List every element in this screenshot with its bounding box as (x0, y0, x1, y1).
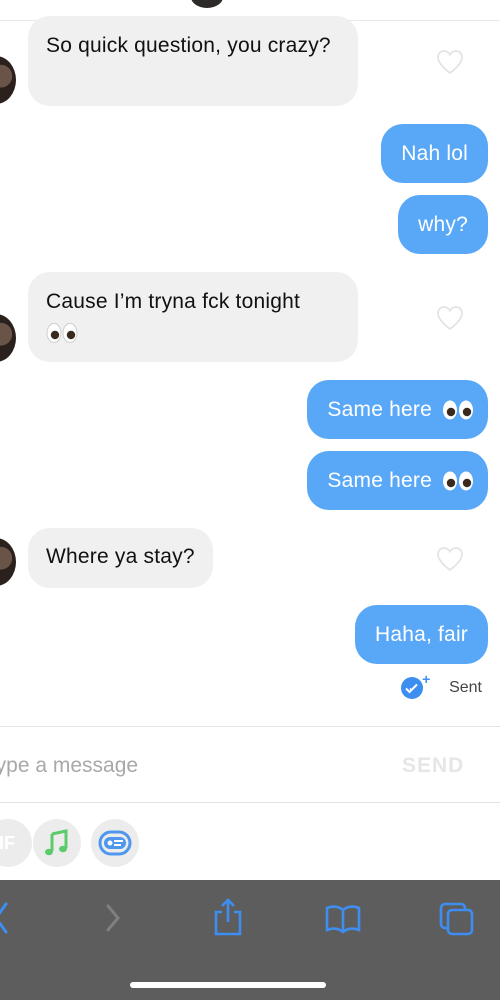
read-receipt-check-icon: + (401, 671, 430, 699)
bookmarks-icon[interactable] (324, 896, 362, 940)
outgoing-message: Nah lol (381, 124, 488, 183)
incoming-message: Cause I’m tryna fck tonight (28, 272, 358, 362)
share-icon[interactable] (212, 896, 244, 940)
outgoing-message: why? (398, 195, 488, 254)
composer-divider (0, 802, 500, 803)
incoming-message: Where ya stay? (28, 528, 213, 588)
sticker-button[interactable] (91, 819, 139, 867)
sender-avatar[interactable] (0, 314, 16, 362)
back-icon[interactable] (0, 896, 12, 940)
incoming-message: So quick question, you crazy? (28, 16, 358, 106)
message-text: So quick question, you crazy? (46, 34, 331, 57)
sender-avatar[interactable] (0, 56, 16, 104)
like-heart-icon[interactable] (436, 49, 464, 75)
send-button[interactable]: SEND (402, 754, 464, 778)
message-text: Haha, fair (374, 623, 468, 646)
tabs-icon[interactable] (438, 896, 476, 940)
outgoing-message: Haha, fair (354, 605, 488, 664)
music-button[interactable] (33, 819, 81, 867)
like-heart-icon[interactable] (436, 305, 464, 331)
message-input[interactable] (0, 748, 366, 784)
like-heart-icon[interactable] (436, 546, 464, 572)
sender-avatar[interactable] (0, 538, 16, 586)
sticker-card-icon (98, 830, 132, 856)
outgoing-message: Same here (307, 380, 488, 439)
forward-icon[interactable] (104, 896, 124, 940)
message-text: Same here (327, 398, 432, 421)
message-text: Same here (327, 469, 432, 492)
message-text: Nah lol (401, 142, 468, 165)
outgoing-message: Same here (307, 451, 488, 510)
message-text: Where ya stay? (46, 545, 195, 568)
eyes-emoji-icon (46, 322, 78, 344)
eyes-emoji-icon (442, 399, 474, 421)
message-text: why? (418, 213, 468, 236)
music-note-icon (45, 829, 68, 856)
message-text: Cause I’m tryna fck tonight (46, 290, 301, 313)
eyes-emoji-icon (442, 470, 474, 492)
sent-status: + Sent (401, 671, 482, 701)
sent-label: Sent (449, 679, 482, 696)
composer-divider (0, 726, 500, 727)
match-avatar-header[interactable] (191, 0, 223, 8)
gif-button[interactable]: GIF (0, 819, 32, 867)
home-indicator (130, 982, 326, 988)
gif-icon: GIF (0, 832, 15, 853)
plus-icon: + (422, 671, 431, 687)
